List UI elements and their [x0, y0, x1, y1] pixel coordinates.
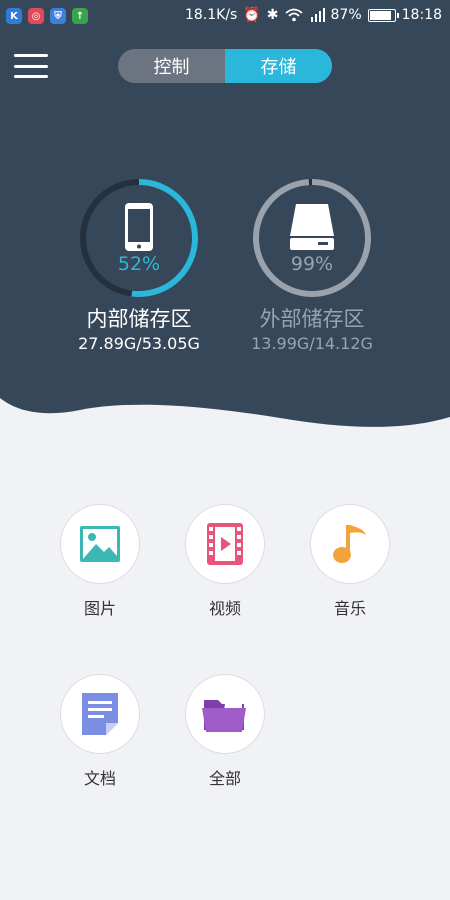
app-k-icon: K [6, 8, 22, 24]
document-icon [82, 693, 118, 735]
external-percent: 99% [290, 253, 334, 275]
status-bar: K ◎ ⛨ ↑ 18.1K/s ⏰ ✱ 87% 18:18 [0, 0, 450, 32]
signal-icon [310, 8, 325, 22]
battery-icon [367, 8, 399, 22]
category-images[interactable]: 图片 [58, 504, 142, 619]
upload-icon: ↑ [72, 8, 88, 24]
external-storage-name: 外部储存区 [259, 307, 365, 331]
tab-control[interactable]: 控制 [118, 49, 225, 83]
clock: 18:18 [401, 7, 442, 23]
external-storage-ring[interactable]: 99% [250, 176, 374, 300]
internal-storage-name: 内部储存区 [86, 307, 192, 331]
folder-icon [202, 698, 246, 732]
image-icon [80, 526, 120, 562]
shield-icon: ⛨ [50, 8, 66, 24]
category-videos-button[interactable] [185, 504, 265, 584]
external-storage-size: 13.99G/14.12G [251, 334, 373, 353]
category-all-label: 全部 [208, 769, 241, 788]
status-indicators: 18.1K/s ⏰ ✱ 87% 18:18 [185, 7, 442, 23]
category-images-button[interactable] [60, 504, 140, 584]
category-videos-label: 视频 [208, 599, 241, 618]
battery-percent: 87% [330, 7, 362, 23]
video-icon [207, 523, 243, 565]
app-power-icon: ◎ [28, 8, 44, 24]
alarm-icon: ⏰ [243, 7, 261, 23]
bluetooth-icon: ✱ [266, 7, 279, 23]
network-speed: 18.1K/s [184, 7, 238, 23]
notification-icons: K ◎ ⛨ ↑ [6, 8, 88, 24]
category-documents-button[interactable] [60, 674, 140, 754]
menu-icon[interactable] [14, 54, 48, 78]
category-music-button[interactable] [310, 504, 390, 584]
hard-drive-icon [290, 204, 334, 250]
phone-icon [125, 203, 153, 251]
tab-storage[interactable]: 存储 [225, 49, 332, 83]
category-all[interactable]: 全部 [183, 674, 267, 789]
category-images-label: 图片 [83, 599, 116, 618]
mode-switch: 控制 存储 [118, 49, 332, 83]
category-documents[interactable]: 文档 [58, 674, 142, 789]
internal-percent: 52% [117, 253, 161, 275]
internal-storage-ring[interactable]: 52% [77, 176, 201, 300]
category-all-button[interactable] [185, 674, 265, 754]
category-documents-label: 文档 [83, 769, 116, 788]
category-music-label: 音乐 [333, 599, 366, 618]
internal-storage-size: 27.89G/53.05G [78, 334, 200, 353]
battery-fill [369, 10, 391, 20]
category-videos[interactable]: 视频 [183, 504, 267, 619]
wifi-icon [284, 8, 303, 22]
category-music[interactable]: 音乐 [308, 504, 392, 619]
music-icon [333, 525, 366, 563]
